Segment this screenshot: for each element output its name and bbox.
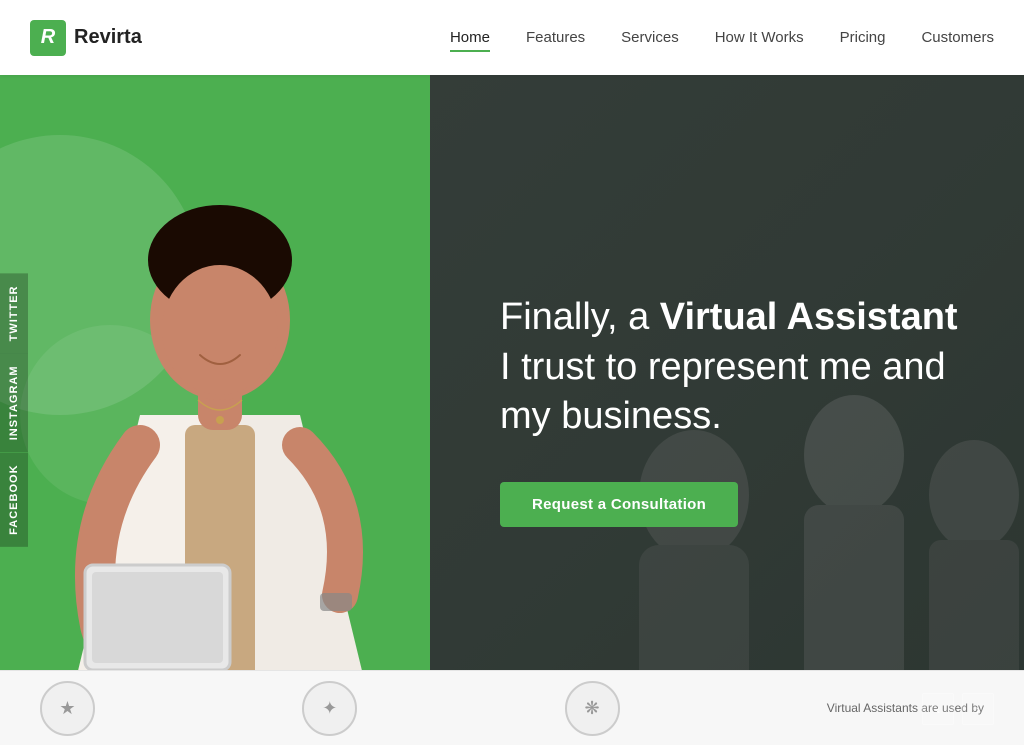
logo-icon: R [30,20,66,56]
nav-link-how-it-works[interactable]: How It Works [715,29,804,50]
prev-icon: ‹ [936,701,941,717]
carousel-next-button[interactable]: › [962,693,994,725]
nav-link-home[interactable]: Home [450,29,490,52]
headline-pre: Finally, a [500,296,660,338]
badge-icon-1: ★ [40,681,95,736]
nav-item-features[interactable]: Features [526,29,585,47]
cta-button[interactable]: Request a Consultation [500,482,738,527]
social-instagram[interactable]: Instagram [0,353,28,452]
navbar: R Revirta Home Features Services How It … [0,0,1024,75]
person-illustration [20,105,420,745]
carousel-controls: ‹ › [922,693,994,725]
hero-content: Finally, a Virtual Assistant I trust to … [500,293,964,526]
headline-post: I trust to represent me and my business. [500,346,946,437]
social-facebook[interactable]: Facebook [0,452,28,546]
nav-link-customers[interactable]: Customers [921,29,994,50]
badge-3: ❋ [565,681,620,736]
badge-icon-3: ❋ [565,681,620,736]
badge-2: ✦ [302,681,357,736]
nav-item-how-it-works[interactable]: How It Works [715,29,804,47]
nav-item-home[interactable]: Home [450,29,490,47]
bottom-strip: ★ ✦ ❋ Virtual Assistants are used by [0,670,1024,745]
nav-link-features[interactable]: Features [526,29,585,50]
hero-right-panel: Finally, a Virtual Assistant I trust to … [430,75,1024,745]
social-twitter[interactable]: Twitter [0,273,28,353]
brand-name: Revirta [74,26,142,49]
nav-item-services[interactable]: Services [621,29,679,47]
carousel-prev-button[interactable]: ‹ [922,693,954,725]
hero-section: Twitter Instagram Facebook [0,75,1024,745]
badge-1: ★ [40,681,95,736]
hero-left-panel [0,75,430,745]
badge-icon-2: ✦ [302,681,357,736]
hero-headline: Finally, a Virtual Assistant I trust to … [500,293,964,441]
nav-link-pricing[interactable]: Pricing [840,29,886,50]
nav-item-customers[interactable]: Customers [921,29,994,47]
logo[interactable]: R Revirta [30,20,142,56]
nav-links: Home Features Services How It Works Pric… [450,29,994,47]
next-icon: › [976,701,981,717]
nav-link-services[interactable]: Services [621,29,679,50]
headline-bold: Virtual Assistant [660,296,958,338]
nav-item-pricing[interactable]: Pricing [840,29,886,47]
social-sidebar: Twitter Instagram Facebook [0,273,28,546]
